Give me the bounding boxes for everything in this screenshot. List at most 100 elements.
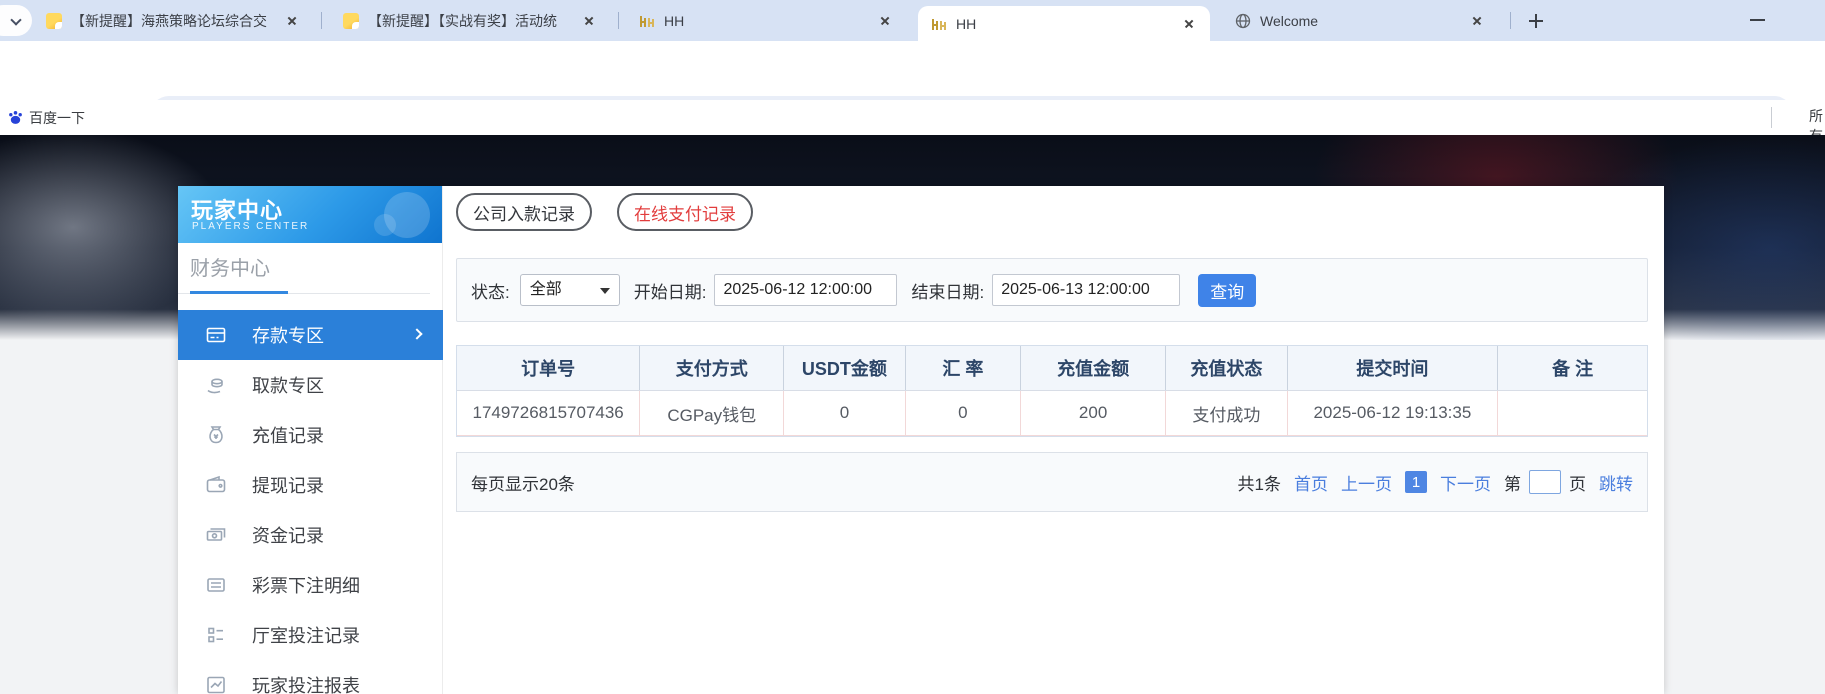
sidebar-item-label: 提现记录 <box>252 472 324 498</box>
forum-yellow-icon <box>45 12 62 29</box>
cell-exchange-rate: 0 <box>906 391 1021 435</box>
start-date-label: 开始日期: <box>634 278 707 303</box>
chevron-down-icon <box>10 14 21 25</box>
main-content: 公司入款记录 在线支付记录 状态: 全部 开始日期: 结束日期: 查询 订单号 … <box>456 186 1648 694</box>
payment-records-table: 订单号 支付方式 USDT金额 汇 率 充值金额 充值状态 提交时间 备 注 1… <box>456 345 1648 437</box>
end-date-label: 结束日期: <box>911 278 984 303</box>
status-select[interactable]: 全部 <box>520 274 620 306</box>
record-type-tabs: 公司入款记录 在线支付记录 <box>456 193 753 231</box>
cell-submit-time: 2025-06-12 19:13:35 <box>1288 391 1499 435</box>
bookmarks-divider <box>1771 107 1772 128</box>
bookmark-baidu[interactable]: 百度一下 <box>4 106 85 129</box>
prev-page-link[interactable]: 上一页 <box>1341 470 1392 495</box>
browser-window: 【新提醒】海燕策略论坛综合交 【新提醒】【实战有奖】活动统 HH HH <box>0 0 1825 694</box>
minimize-icon[interactable] <box>1750 19 1765 21</box>
ballot-icon <box>205 624 227 646</box>
tab-forum-1[interactable]: 【新提醒】海燕策略论坛综合交 <box>33 0 313 41</box>
chevron-right-icon <box>411 328 422 339</box>
sidebar-item-withdraw[interactable]: 取款专区 <box>178 360 443 410</box>
page-jump-input[interactable] <box>1529 470 1561 494</box>
bookmark-label: 百度一下 <box>29 108 85 128</box>
banknotes-icon <box>205 524 227 546</box>
header-order-no: 订单号 <box>457 346 640 390</box>
pagination-controls: 共1条 首页 上一页 1 下一页 第 页 跳转 <box>1238 470 1633 495</box>
tab-welcome[interactable]: Welcome <box>1222 0 1498 41</box>
tab-title: Welcome <box>1260 13 1462 29</box>
globe-icon <box>1234 12 1251 29</box>
cell-usdt-amount: 0 <box>784 391 905 435</box>
gamepad-decoration-icon <box>374 214 396 236</box>
section-divider-accent <box>190 291 288 294</box>
jump-suffix-label: 页 <box>1569 470 1586 495</box>
sidebar-item-bet-report[interactable]: 玩家投注报表 <box>178 660 443 694</box>
header-remark: 备 注 <box>1498 346 1647 390</box>
header-pay-method: 支付方式 <box>640 346 784 390</box>
sidebar-item-withdrawal-records[interactable]: 提现记录 <box>178 460 443 510</box>
tab-title: 【新提醒】【实战有奖】活动统 <box>368 11 574 31</box>
sidebar-item-label: 玩家投注报表 <box>252 672 360 694</box>
cell-pay-method: CGPay钱包 <box>640 391 784 435</box>
moneybag-icon <box>205 424 227 446</box>
jump-prefix-label: 第 <box>1504 470 1521 495</box>
withdraw-hand-icon <box>205 374 227 396</box>
close-icon[interactable] <box>1468 12 1486 30</box>
query-button[interactable]: 查询 <box>1198 274 1256 307</box>
tab-online-payment-records[interactable]: 在线支付记录 <box>617 193 753 231</box>
total-count-text: 共1条 <box>1238 470 1281 495</box>
cell-order-no: 1749726815707436 <box>457 391 640 435</box>
sidebar-item-lottery-bets[interactable]: 彩票下注明细 <box>178 560 443 610</box>
pagination-bar: 每页显示20条 共1条 首页 上一页 1 下一页 第 页 跳转 <box>456 452 1648 512</box>
tab-strip: 【新提醒】海燕策略论坛综合交 【新提醒】【实战有奖】活动统 HH HH <box>0 0 1825 41</box>
new-tab-button[interactable] <box>1524 9 1548 33</box>
chevron-down-icon <box>600 288 610 294</box>
jump-link[interactable]: 跳转 <box>1599 470 1633 495</box>
navigation-bar: ← → ↻ ⌂ yl756.com/hhcp/usercenter.html?i… <box>0 41 1825 100</box>
forum-yellow-icon <box>342 12 359 29</box>
close-icon[interactable] <box>876 12 894 30</box>
cell-recharge-status: 支付成功 <box>1166 391 1287 435</box>
page-size-text: 每页显示20条 <box>471 470 575 495</box>
cell-remark <box>1498 391 1647 435</box>
sidebar-item-room-bet-records[interactable]: 厅室投注记录 <box>178 610 443 660</box>
tab-search-button[interactable] <box>0 5 32 36</box>
table-header-row: 订单号 支付方式 USDT金额 汇 率 充值金额 充值状态 提交时间 备 注 <box>457 346 1647 391</box>
deposit-card-icon <box>205 324 227 346</box>
header-exchange-rate: 汇 率 <box>906 346 1021 390</box>
header-recharge-status: 充值状态 <box>1166 346 1287 390</box>
tab-hh-active[interactable]: HH <box>918 6 1210 41</box>
sidebar-item-fund-records[interactable]: 资金记录 <box>178 510 443 560</box>
tab-company-deposit-records[interactable]: 公司入款记录 <box>456 193 592 231</box>
first-page-link[interactable]: 首页 <box>1294 470 1328 495</box>
sidebar-item-label: 取款专区 <box>252 372 324 398</box>
sidebar-subtitle: PLAYERS CENTER <box>192 221 309 232</box>
tab-title: 【新提醒】海燕策略论坛综合交 <box>71 11 277 31</box>
tab-forum-2[interactable]: 【新提醒】【实战有奖】活动统 <box>330 0 610 41</box>
current-page-badge[interactable]: 1 <box>1405 471 1427 493</box>
header-recharge-amount: 充值金额 <box>1021 346 1166 390</box>
list-icon <box>205 574 227 596</box>
filter-bar: 状态: 全部 开始日期: 结束日期: 查询 <box>456 258 1648 322</box>
close-icon[interactable] <box>580 12 598 30</box>
next-page-link[interactable]: 下一页 <box>1440 470 1491 495</box>
header-submit-time: 提交时间 <box>1288 346 1499 390</box>
header-usdt-amount: USDT金额 <box>784 346 905 390</box>
user-center-panel: 玩家中心 PLAYERS CENTER 财务中心 存款专区 取款专区 <box>178 186 1664 694</box>
sidebar-item-deposit[interactable]: 存款专区 <box>178 310 443 360</box>
section-title: 财务中心 <box>190 252 270 281</box>
close-icon[interactable] <box>1180 15 1198 33</box>
start-date-input[interactable] <box>714 274 897 306</box>
tab-divider <box>1510 12 1511 29</box>
report-icon <box>205 674 227 694</box>
players-center-header: 玩家中心 PLAYERS CENTER <box>178 186 442 243</box>
tab-title: HH <box>664 13 870 29</box>
baidu-paw-icon <box>8 110 23 125</box>
end-date-input[interactable] <box>992 274 1180 306</box>
sidebar-item-recharge-records[interactable]: 充值记录 <box>178 410 443 460</box>
tab-divider <box>618 12 619 29</box>
close-icon[interactable] <box>283 12 301 30</box>
sidebar-item-label: 厅室投注记录 <box>252 622 360 648</box>
tab-hh-1[interactable]: HH <box>626 0 906 41</box>
bookmarks-bar: 百度一下 所有书签 <box>0 100 1825 135</box>
sidebar: 玩家中心 PLAYERS CENTER 财务中心 存款专区 取款专区 <box>178 186 443 694</box>
hh-gold-icon <box>638 12 655 29</box>
